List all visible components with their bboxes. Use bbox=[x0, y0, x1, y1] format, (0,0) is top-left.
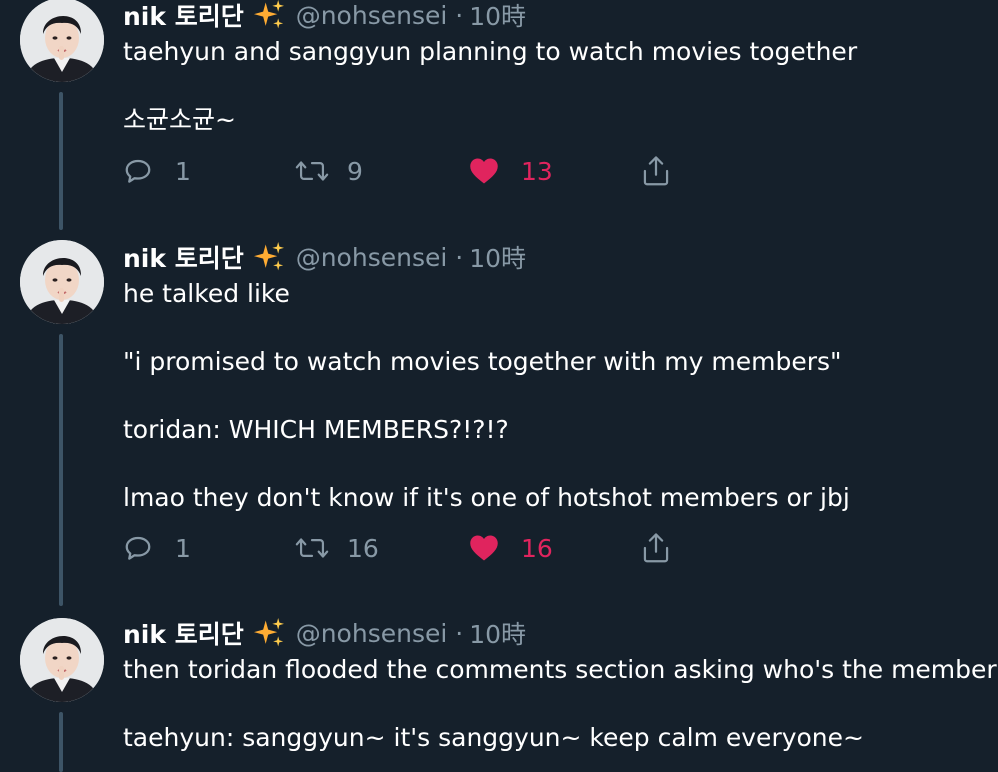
avatar-portrait-image bbox=[20, 240, 104, 324]
heart-icon bbox=[470, 535, 498, 561]
retweet-icon bbox=[295, 538, 329, 558]
share-icon bbox=[643, 533, 669, 563]
tweet-text: he talked like "i promised to watch movi… bbox=[123, 277, 850, 515]
tweet-actions: 1 16 16 bbox=[123, 531, 683, 565]
thread-connector-line bbox=[59, 334, 63, 606]
tweet[interactable]: nik 토리단 @nohsensei · 10時 he talked like … bbox=[0, 240, 998, 612]
avatar[interactable] bbox=[20, 0, 104, 82]
like-count: 16 bbox=[521, 533, 553, 563]
timestamp[interactable]: 10時 bbox=[469, 0, 526, 33]
author-name[interactable]: nik 토리단 bbox=[123, 615, 244, 651]
tweet-text: then toridan flooded the comments sectio… bbox=[123, 653, 997, 755]
author-name[interactable]: nik 토리단 bbox=[123, 0, 244, 33]
avatar[interactable] bbox=[20, 618, 104, 702]
retweet-count: 9 bbox=[347, 156, 363, 186]
tweet-paragraph: then toridan flooded the comments sectio… bbox=[123, 655, 997, 684]
tweet[interactable]: nik 토리단 @nohsensei · 10時 then toridan fl… bbox=[0, 615, 998, 772]
tweet-header: nik 토리단 @nohsensei · 10時 bbox=[123, 0, 526, 33]
reply-icon bbox=[125, 536, 151, 560]
tweet-paragraph: taehyun and sanggyun planning to watch m… bbox=[123, 37, 858, 66]
share-icon bbox=[643, 156, 669, 186]
tweet-paragraph: 소균소균~ bbox=[123, 105, 236, 134]
author-handle[interactable]: @nohsensei bbox=[296, 1, 448, 30]
avatar-portrait-image bbox=[20, 618, 104, 702]
tweet-text: taehyun and sanggyun planning to watch m… bbox=[123, 35, 857, 137]
reply-icon bbox=[125, 159, 151, 183]
separator-dot: · bbox=[455, 0, 464, 30]
thread-connector-line bbox=[59, 712, 63, 772]
author-handle[interactable]: @nohsensei bbox=[296, 619, 448, 648]
tweet-actions: 1 9 13 bbox=[123, 154, 683, 188]
author-handle[interactable]: @nohsensei bbox=[296, 243, 448, 272]
reply-count: 1 bbox=[175, 533, 191, 563]
tweet[interactable]: nik 토리단 @nohsensei · 10時 taehyun and san… bbox=[0, 0, 998, 238]
author-name[interactable]: nik 토리단 bbox=[123, 239, 244, 275]
share-button[interactable] bbox=[641, 531, 671, 565]
retweet-button[interactable]: 16 bbox=[295, 531, 379, 565]
like-count: 13 bbox=[521, 156, 553, 186]
separator-dot: · bbox=[455, 242, 464, 272]
sparkles-emoji bbox=[253, 242, 284, 271]
like-button[interactable]: 13 bbox=[469, 154, 553, 188]
reply-count: 1 bbox=[175, 156, 191, 186]
tweet-paragraph: toridan: WHICH MEMBERS?!?!? bbox=[123, 415, 509, 444]
reply-button[interactable]: 1 bbox=[123, 531, 191, 565]
tweet-paragraph: lmao they don't know if it's one of hots… bbox=[123, 483, 850, 512]
tweet-paragraph: "i promised to watch movies together wit… bbox=[123, 347, 842, 376]
tweet-thread: nik 토리단 @nohsensei · 10時 taehyun and san… bbox=[0, 0, 998, 772]
tweet-header: nik 토리단 @nohsensei · 10時 bbox=[123, 239, 526, 275]
timestamp[interactable]: 10時 bbox=[469, 239, 526, 275]
avatar[interactable] bbox=[20, 240, 104, 324]
tweet-paragraph: he talked like bbox=[123, 279, 290, 308]
like-button[interactable]: 16 bbox=[469, 531, 553, 565]
retweet-count: 16 bbox=[347, 533, 379, 563]
timestamp[interactable]: 10時 bbox=[469, 615, 526, 651]
heart-icon bbox=[470, 158, 498, 184]
share-button[interactable] bbox=[641, 154, 671, 188]
retweet-icon bbox=[295, 161, 329, 181]
reply-button[interactable]: 1 bbox=[123, 154, 191, 188]
separator-dot: · bbox=[455, 618, 464, 648]
sparkles-emoji bbox=[253, 0, 284, 29]
sparkles-emoji bbox=[253, 618, 284, 647]
tweet-paragraph: taehyun: sanggyun~ it's sanggyun~ keep c… bbox=[123, 723, 864, 752]
avatar-portrait-image bbox=[20, 0, 104, 82]
thread-connector-line bbox=[59, 92, 63, 230]
retweet-button[interactable]: 9 bbox=[295, 154, 363, 188]
tweet-header: nik 토리단 @nohsensei · 10時 bbox=[123, 615, 526, 651]
